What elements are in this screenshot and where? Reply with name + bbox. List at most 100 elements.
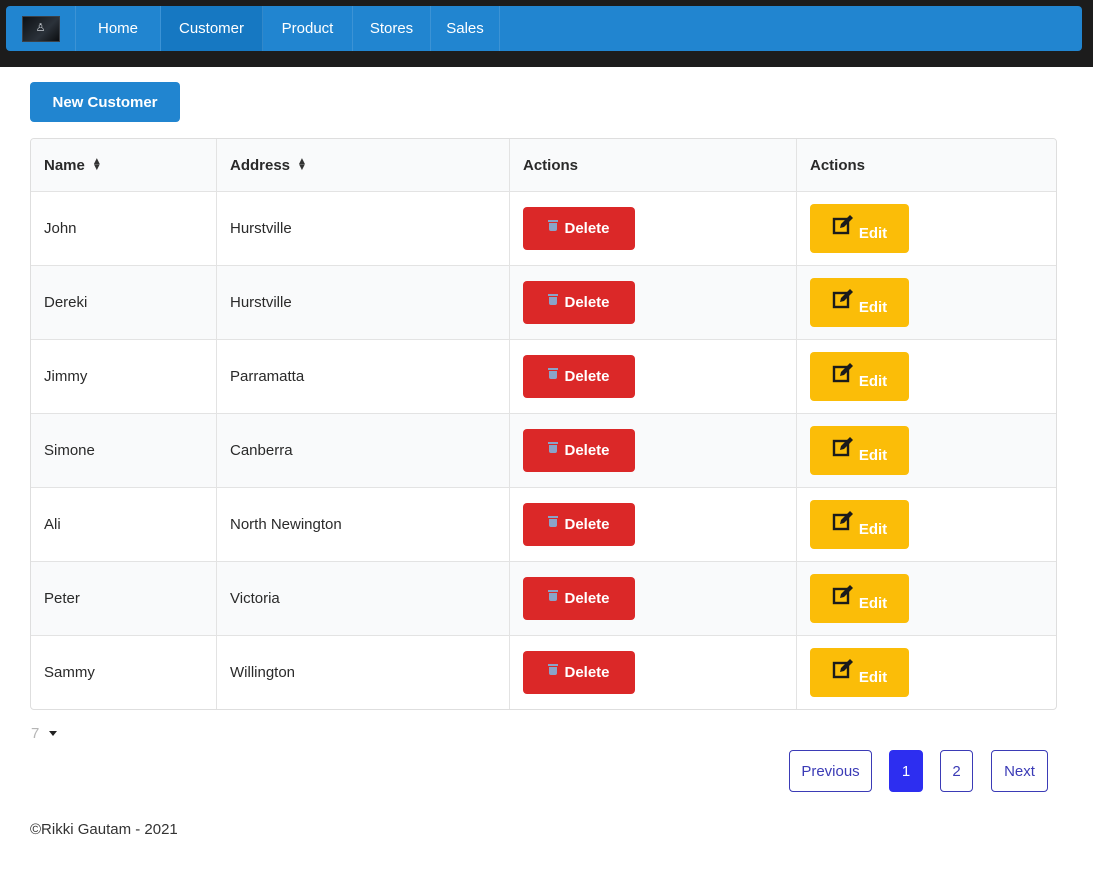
header-address[interactable]: Address ▲ ▼ [216, 139, 509, 191]
menu-item-sales[interactable]: Sales [431, 6, 500, 51]
trash-icon [548, 367, 559, 380]
customer-name: Dereki [44, 294, 88, 311]
header-name[interactable]: Name ▲ ▼ [31, 139, 216, 191]
table-row: Simone Canberra Delete Edit [31, 413, 1056, 487]
edit-button[interactable]: Edit [810, 426, 909, 475]
edit-button[interactable]: Edit [810, 500, 909, 549]
customer-address: Parramatta [216, 340, 509, 413]
delete-button[interactable]: Delete [523, 355, 635, 398]
table-row: John Hurstville Delete Edit [31, 191, 1056, 265]
edit-icon [832, 288, 853, 308]
header-actions-delete: Actions [509, 139, 796, 191]
logo-glyph: ♙ [35, 22, 46, 34]
trash-icon [548, 293, 559, 306]
edit-cell: Edit [796, 636, 1056, 709]
logo-cell[interactable]: ♙ [6, 6, 76, 51]
delete-button[interactable]: Delete [523, 577, 635, 620]
customer-name: Ali [44, 516, 61, 533]
logo: ♙ [21, 15, 60, 42]
main-menu: ♙ Home Customer Product Stores Sales [6, 6, 1082, 51]
delete-label: Delete [564, 442, 610, 459]
trash-icon [548, 441, 559, 454]
edit-label: Edit [858, 299, 888, 316]
customer-address: Canberra [216, 414, 509, 487]
table-row: Ali North Newington Delete Edit [31, 487, 1056, 561]
customer-name: Jimmy [44, 368, 88, 385]
edit-button[interactable]: Edit [810, 574, 909, 623]
edit-cell: Edit [796, 414, 1056, 487]
edit-icon [832, 658, 853, 678]
sort-icon[interactable]: ▲ ▼ [92, 157, 102, 173]
delete-button[interactable]: Delete [523, 429, 635, 472]
edit-cell: Edit [796, 266, 1056, 339]
menu-item-stores[interactable]: Stores [353, 6, 431, 51]
edit-label: Edit [858, 373, 888, 390]
new-customer-button[interactable]: New Customer [30, 82, 180, 122]
page-size-select[interactable]: 7 [31, 725, 58, 742]
edit-cell: Edit [796, 192, 1056, 265]
delete-button[interactable]: Delete [523, 281, 635, 324]
customer-name: Sammy [44, 664, 95, 681]
delete-button[interactable]: Delete [523, 651, 635, 694]
delete-cell: Delete [509, 488, 796, 561]
menu-item-customer[interactable]: Customer [161, 6, 263, 51]
edit-cell: Edit [796, 488, 1056, 561]
sort-icon[interactable]: ▲ ▼ [297, 157, 307, 173]
caret-down-icon [49, 731, 58, 736]
delete-label: Delete [564, 220, 610, 237]
edit-button[interactable]: Edit [810, 204, 909, 253]
delete-label: Delete [564, 294, 610, 311]
next-button[interactable]: Next [991, 750, 1048, 792]
edit-icon [832, 362, 853, 382]
customer-address: North Newington [216, 488, 509, 561]
delete-cell: Delete [509, 562, 796, 635]
header-actions-edit: Actions [796, 139, 1056, 191]
customer-name: Simone [44, 442, 95, 459]
edit-label: Edit [858, 595, 888, 612]
customer-name: Peter [44, 590, 80, 607]
trash-icon [548, 515, 559, 528]
customer-name: John [44, 220, 77, 237]
edit-icon [832, 584, 853, 604]
delete-label: Delete [564, 664, 610, 681]
delete-button[interactable]: Delete [523, 503, 635, 546]
delete-label: Delete [564, 590, 610, 607]
trash-icon [548, 219, 559, 232]
edit-label: Edit [858, 225, 888, 242]
menu-item-home[interactable]: Home [76, 6, 161, 51]
header-name-label: Name [44, 156, 85, 174]
table-row: Jimmy Parramatta Delete Edit [31, 339, 1056, 413]
delete-label: Delete [564, 368, 610, 385]
edit-cell: Edit [796, 562, 1056, 635]
delete-label: Delete [564, 516, 610, 533]
table-header-row: Name ▲ ▼ Address ▲ ▼ Actions Actions [31, 139, 1056, 191]
edit-button[interactable]: Edit [810, 278, 909, 327]
trash-icon [548, 663, 559, 676]
edit-label: Edit [858, 447, 888, 464]
delete-cell: Delete [509, 636, 796, 709]
delete-cell: Delete [509, 340, 796, 413]
top-bar: ♙ Home Customer Product Stores Sales [0, 0, 1093, 67]
table-row: Sammy Willington Delete Edit [31, 635, 1056, 709]
edit-button[interactable]: Edit [810, 648, 909, 697]
edit-button[interactable]: Edit [810, 352, 909, 401]
page-button-2[interactable]: 2 [940, 750, 973, 792]
delete-button[interactable]: Delete [523, 207, 635, 250]
delete-cell: Delete [509, 266, 796, 339]
footer-text: ©Rikki Gautam - 2021 [30, 821, 178, 838]
page-size-value: 7 [31, 725, 40, 742]
edit-icon [832, 214, 853, 234]
previous-button[interactable]: Previous [789, 750, 872, 792]
edit-label: Edit [858, 521, 888, 538]
customer-address: Willington [216, 636, 509, 709]
customer-table: Name ▲ ▼ Address ▲ ▼ Actions Actions John H… [30, 138, 1057, 710]
table-row: Peter Victoria Delete Edit [31, 561, 1056, 635]
delete-cell: Delete [509, 192, 796, 265]
header-address-label: Address [230, 156, 291, 174]
edit-cell: Edit [796, 340, 1056, 413]
edit-label: Edit [858, 669, 888, 686]
menu-item-product[interactable]: Product [263, 6, 353, 51]
page-button-1[interactable]: 1 [889, 750, 923, 792]
customer-address: Victoria [216, 562, 509, 635]
edit-icon [832, 510, 853, 530]
